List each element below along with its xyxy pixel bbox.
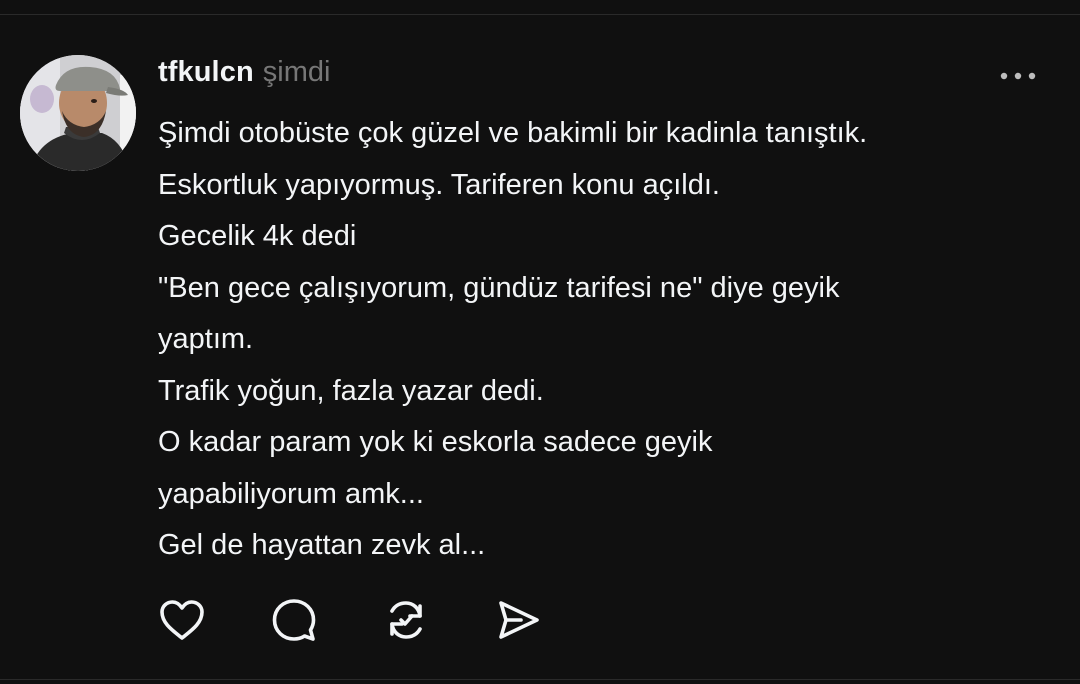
post-body-line: yaptım.	[158, 323, 254, 355]
post-actions	[156, 594, 544, 646]
timestamp: şimdi	[262, 56, 331, 88]
post-body-line: O kadar param yok ki eskorla sadece geyi…	[158, 426, 713, 458]
comment-icon	[272, 599, 316, 641]
post-body: Şimdi otobüste çok güzel ve bakimli bir …	[158, 108, 1058, 572]
post-header: tfkulcn şimdi	[158, 56, 330, 96]
thread-post: tfkulcn şimdi Şimdi otobüste çok güzel v…	[0, 0, 1080, 684]
send-icon	[499, 601, 539, 639]
username[interactable]: tfkulcn	[158, 56, 254, 89]
post-body-line: Gecelik 4k dedi	[158, 220, 357, 252]
more-horizontal-icon	[1000, 72, 1036, 80]
repost-button[interactable]	[380, 594, 432, 646]
more-options-button[interactable]	[994, 62, 1042, 90]
post-body-line: yapabiliyorum amk...	[158, 477, 424, 510]
bottom-divider	[0, 679, 1080, 680]
post-body-line: Eskortluk yapıyormuş. Tariferen konu açı…	[158, 168, 720, 201]
like-button[interactable]	[156, 594, 208, 646]
post-body-line: Trafik yoğun, fazla yazar dedi.	[158, 374, 544, 407]
avatar-image	[20, 55, 136, 171]
post-body-line: Gel de hayattan zevk al...	[158, 529, 486, 561]
share-button[interactable]	[492, 594, 544, 646]
avatar[interactable]	[20, 55, 136, 171]
repost-icon	[390, 601, 422, 639]
post-body-line: "Ben gece çalışıyorum, gündüz tarifesi n…	[158, 271, 840, 304]
heart-icon	[160, 600, 204, 640]
post-body-line: Şimdi otobüste çok güzel ve bakimli bir …	[158, 117, 868, 149]
reply-button[interactable]	[268, 594, 320, 646]
